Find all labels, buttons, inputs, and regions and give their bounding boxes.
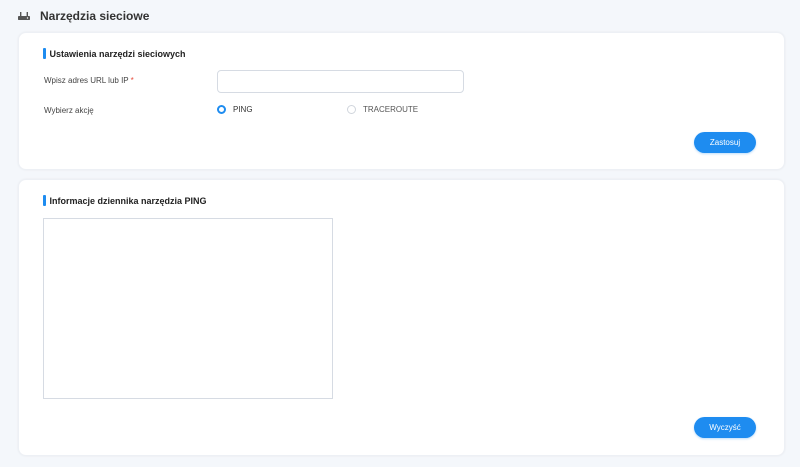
log-card: Informacje dziennika narzędzia PING Wycz… (18, 179, 785, 456)
radio-traceroute[interactable]: TRACEROUTE (347, 105, 418, 114)
section-accent-bar (43, 48, 46, 59)
section-accent-bar (43, 195, 46, 206)
radio-ping[interactable]: PING (217, 105, 253, 114)
log-section-title: Informacje dziennika narzędzia PING (43, 195, 207, 206)
required-mark: * (130, 76, 134, 85)
settings-card: Ustawienia narzędzi sieciowych Wpisz adr… (18, 32, 785, 170)
log-output[interactable] (43, 218, 333, 399)
radio-unchecked-icon[interactable] (347, 105, 356, 114)
radio-traceroute-label: TRACEROUTE (363, 105, 419, 114)
log-title-text: Informacje dziennika narzędzia PING (49, 195, 207, 206)
router-icon (18, 12, 30, 20)
settings-title-text: Ustawienia narzędzi sieciowych (49, 48, 186, 59)
url-label-text: Wpisz adres URL lub IP (44, 76, 129, 85)
action-field-label: Wybierz akcję (44, 106, 94, 115)
page-title: Narzędzia sieciowe (40, 9, 150, 23)
radio-ping-label: PING (233, 105, 253, 114)
url-field-label: Wpisz adres URL lub IP * (44, 76, 134, 85)
clear-button[interactable]: Wyczyść (694, 417, 756, 438)
url-input[interactable] (217, 70, 464, 93)
radio-checked-icon[interactable] (217, 105, 226, 114)
settings-section-title: Ustawienia narzędzi sieciowych (43, 48, 186, 59)
apply-button[interactable]: Zastosuj (694, 132, 756, 153)
page-header: Narzędzia sieciowe (18, 7, 149, 25)
